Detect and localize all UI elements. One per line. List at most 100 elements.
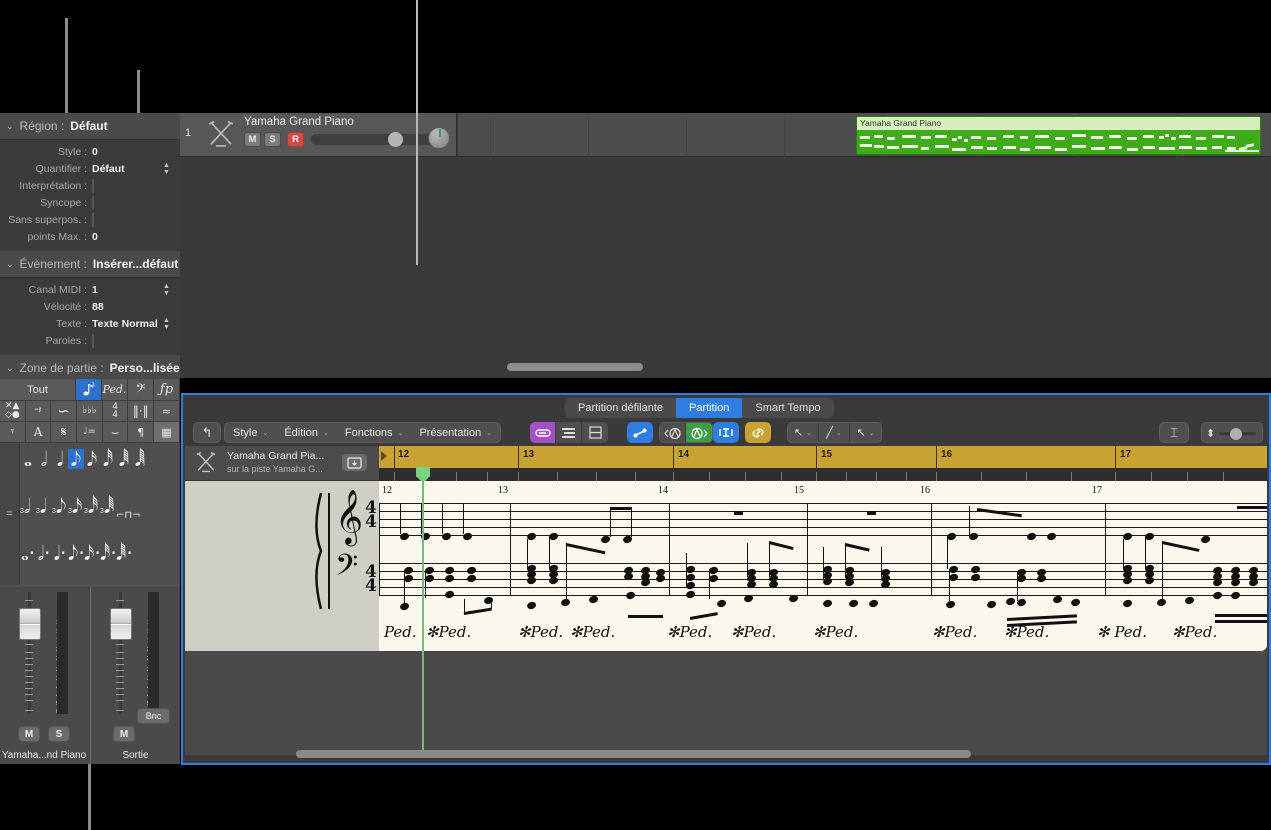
tab-partition-defilante[interactable]: Partition défilante [565, 398, 676, 418]
pb-cat-grace-icon[interactable]: 𝄾 [0, 422, 26, 442]
notehead[interactable] [1212, 578, 1223, 587]
solo-button[interactable]: S [48, 726, 70, 742]
menu-presentation[interactable]: Présentation ⌄ [411, 423, 500, 442]
checkbox[interactable] [92, 196, 94, 210]
notehead[interactable] [526, 576, 537, 585]
partbox-tab-dynamics[interactable]: ƒp [154, 379, 180, 400]
pointer-tool[interactable]: ↖ ⌄ [788, 423, 819, 442]
part-box-symbol-canvas[interactable]: = 𝅝 𝅗𝅥 𝅘𝅥 𝅘𝅥𝅮 𝅘𝅥𝅯 𝅘𝅥𝅰 𝅘𝅥𝅱 𝅘𝅥𝅲 3𝅗𝅥 3𝅘𝅥 3𝅘… [0, 443, 180, 585]
whole-rest[interactable] [867, 511, 876, 515]
pb-cat-accidentals-icon[interactable]: ♭♭♭ [77, 401, 103, 421]
notehead[interactable] [640, 578, 651, 587]
notehead[interactable] [560, 598, 571, 607]
catch-up-button[interactable]: ↰ [193, 422, 221, 443]
linear-view-icon[interactable] [530, 422, 556, 443]
notehead[interactable] [1122, 576, 1133, 585]
score-empty-area[interactable] [185, 651, 1267, 755]
volume-fader[interactable] [19, 608, 41, 640]
notehead[interactable] [822, 599, 833, 608]
symbol-tuplet-bracket[interactable]: ⌐⊓¬ [116, 510, 141, 521]
notehead[interactable] [466, 574, 477, 583]
pb-cat-barline-icon[interactable]: ‖·‖ [128, 401, 154, 421]
pedal-mark[interactable]: ✻Ped. [932, 623, 977, 641]
notehead[interactable] [970, 573, 981, 582]
bounce-button[interactable]: Bnc [137, 708, 170, 724]
notehead[interactable] [788, 594, 799, 603]
track-volume-slider[interactable] [311, 134, 442, 145]
symbol-whole-note[interactable]: 𝅝 [20, 449, 36, 469]
checkbox[interactable] [92, 213, 94, 227]
symbol-dotted-quarter[interactable]: 𝅘𝅥· [52, 543, 68, 563]
symbol-half-note[interactable]: 𝅗𝅥 [36, 449, 52, 469]
inspector-row-text[interactable]: Texte : Texte Normal ▲▼ [0, 315, 180, 332]
inspector-partbox-header[interactable]: ⌄ Zone de partie : Perso...lisée [0, 355, 180, 382]
symbol-sixteenth-note[interactable]: 𝅘𝅥𝅯 [84, 449, 100, 469]
notehead[interactable] [1026, 532, 1037, 541]
partbox-tab-clef[interactable]: 𝄢 [128, 379, 154, 400]
score-horizontal-scrollbar[interactable] [296, 750, 971, 758]
notehead[interactable] [868, 599, 879, 608]
inspector-row-syncope[interactable]: Syncope : [0, 194, 180, 211]
inspector-row-sans-superpos[interactable]: Sans superpos. : [0, 211, 180, 228]
notehead[interactable] [1016, 598, 1027, 607]
notehead[interactable] [1052, 595, 1063, 604]
pedal-mark[interactable]: ✻ Ped. [1097, 623, 1147, 641]
notehead[interactable] [945, 600, 956, 609]
notehead[interactable] [444, 590, 455, 599]
cycle-left-icon[interactable] [660, 423, 686, 443]
automation-icon[interactable] [627, 422, 653, 443]
notehead[interactable] [399, 602, 410, 611]
inspector-row-velocity[interactable]: Vélocité : 88 [0, 298, 180, 315]
checkbox[interactable] [92, 179, 94, 193]
pb-cat-chordgrid-icon[interactable]: ▦ [154, 422, 180, 442]
notehead[interactable] [655, 574, 666, 583]
arrange-playhead[interactable] [416, 0, 418, 265]
notehead[interactable] [1248, 578, 1259, 587]
mute-button[interactable]: M [113, 726, 135, 742]
symbol-32nd-note[interactable]: 𝅘𝅥𝅰 [100, 449, 116, 469]
pedal-mark[interactable]: Ped. [384, 623, 417, 641]
arrange-horizontal-scrollbar[interactable] [507, 363, 643, 371]
symbol-128th-note[interactable]: 𝅘𝅥𝅲 [132, 449, 148, 469]
track-mute-button[interactable]: M [244, 132, 261, 147]
notehead[interactable] [1156, 598, 1167, 607]
pb-cat-text-icon[interactable]: A [26, 422, 52, 442]
notehead[interactable] [1212, 591, 1223, 600]
symbol-dotted-half[interactable]: 𝅗𝅥· [36, 543, 52, 563]
score-bar-ruler[interactable]: 12 13 14 15 16 17 [379, 446, 1267, 468]
pb-cat-phrase-icon[interactable]: ⌣ [103, 422, 129, 442]
pedal-mark[interactable]: ✻Ped. [667, 623, 712, 641]
channel-strip-instrument[interactable]: 369 121518 212430 354045 5060 M S Yamaha… [0, 586, 88, 764]
notehead[interactable] [444, 566, 455, 575]
tab-partition[interactable]: Partition [676, 398, 742, 418]
pedal-mark[interactable]: ✻Ped. [1004, 623, 1049, 641]
menu-fonctions[interactable]: Fonctions ⌄ [337, 423, 412, 442]
score-sub-ruler[interactable] [379, 468, 1267, 481]
fader-area[interactable]: 369 121518 212430 354045 5060 [105, 592, 167, 714]
notehead[interactable] [1200, 535, 1211, 544]
pb-cat-segno-icon[interactable]: 𝄋 [51, 422, 77, 442]
notehead[interactable] [1122, 599, 1133, 608]
score-playhead-lower[interactable] [422, 651, 424, 755]
symbol-eighth-note[interactable]: 𝅘𝅥𝅮 [68, 449, 84, 469]
pb-cat-tempo-icon[interactable]: ♩= [77, 422, 103, 442]
slider-knob[interactable] [388, 132, 403, 147]
notehead[interactable] [1230, 591, 1241, 600]
mute-button[interactable]: M [18, 726, 40, 742]
partbox-tab-tout[interactable]: Tout [0, 379, 76, 400]
symbol-triplet-quarter[interactable]: 𝅘𝅥 [40, 494, 46, 518]
notehead[interactable] [970, 565, 981, 574]
inspector-row-style[interactable]: Style : 0 [0, 143, 180, 160]
volume-fader[interactable] [110, 608, 132, 640]
notehead[interactable] [986, 600, 997, 609]
midi-in-icon[interactable] [713, 422, 739, 443]
pb-cat-pilcrow-icon[interactable]: ¶ [128, 422, 154, 442]
symbol-triplet-eighth[interactable]: 𝅘𝅥𝅮 [56, 494, 66, 518]
symbol-dotted-16th[interactable]: 𝅘𝅥𝅯· [84, 543, 100, 563]
inspector-row-midi-channel[interactable]: Canal MIDI : 1 ▲▼ [0, 281, 180, 298]
notehead[interactable] [743, 594, 754, 603]
pb-cat-slur-icon[interactable]: ∽ [51, 401, 77, 421]
stepper-icon[interactable]: ▲▼ [161, 317, 172, 331]
notehead[interactable] [716, 599, 727, 608]
pedal-mark[interactable]: ✻Ped. [426, 623, 471, 641]
